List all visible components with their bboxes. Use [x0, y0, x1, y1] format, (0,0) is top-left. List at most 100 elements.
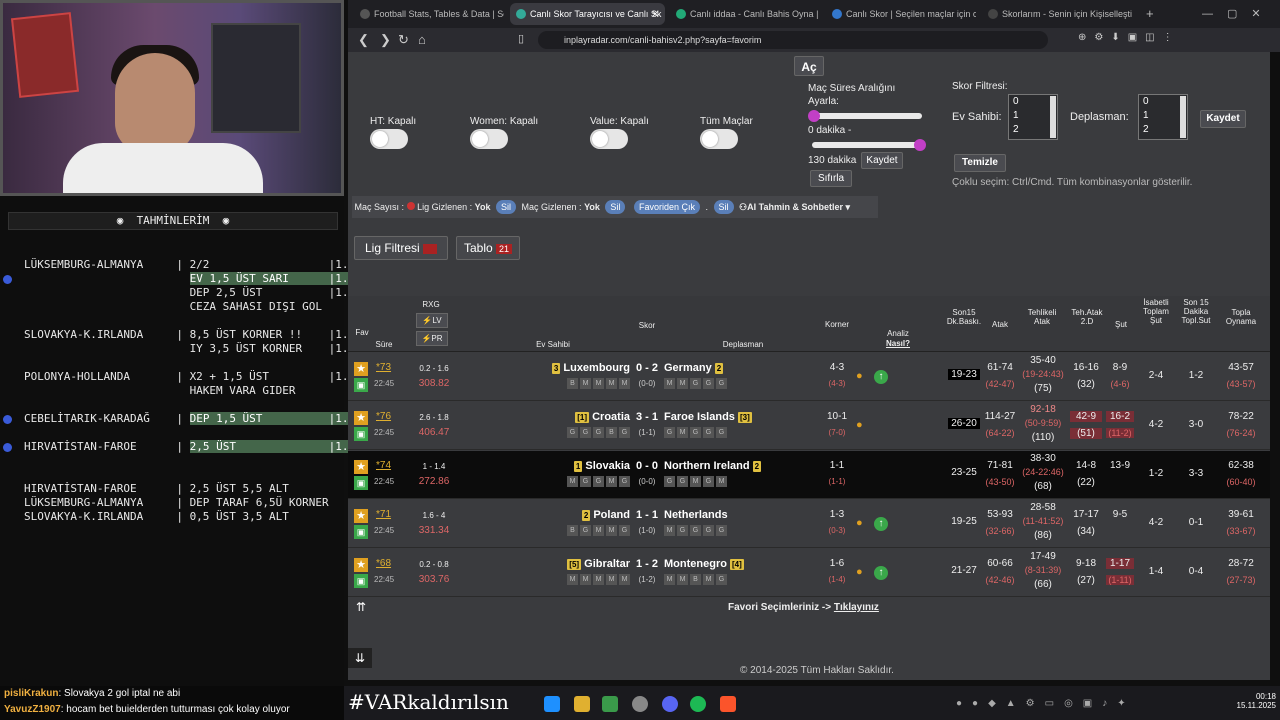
close-icon[interactable]: ✕	[651, 3, 659, 25]
tv-icon[interactable]: ▣	[354, 378, 368, 392]
minute: *76	[376, 411, 392, 422]
match-row[interactable]: ★ ▣ *71 22:45 1.6 - 4 331.34 2 Poland BG…	[348, 500, 1270, 548]
tv-icon[interactable]: ▣	[354, 525, 368, 539]
match-row[interactable]: ★ ▣ *76 22:45 2.6 - 1.8 406.47 [1] Croat…	[348, 402, 1270, 450]
tv-icon[interactable]: ▣	[354, 574, 368, 588]
home-score-select[interactable]: 0 1 2	[1008, 94, 1058, 140]
all-matches-toggle[interactable]	[700, 129, 738, 149]
away-team[interactable]: Faroe Islands [3]	[664, 411, 752, 423]
bookmark-icon[interactable]: ▯	[518, 32, 524, 45]
arrow-up-icon[interactable]: ↑	[874, 517, 888, 531]
table-button[interactable]: Tablo 21	[456, 236, 520, 260]
match-row[interactable]: ★ ▣ *74 22:45 1 - 1.4 272.86 1 Slovakia …	[348, 451, 1270, 499]
sil-button[interactable]: Sil	[495, 200, 516, 214]
home-team[interactable]: 3 Luxembourg	[551, 362, 630, 374]
star-icon[interactable]: ★	[354, 411, 368, 425]
away-team[interactable]: Germany 2	[664, 362, 724, 374]
rxg-value: 1.6 - 4	[422, 511, 446, 520]
sil-button[interactable]: Sil	[713, 200, 734, 214]
women-toggle[interactable]	[470, 129, 508, 149]
form-box: G	[580, 525, 591, 536]
reset-button[interactable]: Sıfırla	[810, 170, 852, 187]
away-team[interactable]: Northern Ireland 2	[664, 460, 762, 472]
max-slider[interactable]	[812, 139, 926, 151]
shots-on-target: 1-4	[1148, 566, 1164, 577]
pressure-15: 19-25	[951, 516, 977, 527]
favoriden-cik-button[interactable]: Favoriden Çık	[633, 200, 700, 214]
folder-icon[interactable]	[574, 696, 590, 712]
tv-icon[interactable]: ▣	[354, 427, 368, 441]
prediction-line: CEBELİTARIK-KARADAĞ | DEP 1,5 ÜST |1.42	[24, 412, 362, 425]
slider-knob[interactable]	[808, 110, 820, 122]
windows-start-icon[interactable]	[544, 696, 560, 712]
discord-icon[interactable]	[662, 696, 678, 712]
arrow-up-icon[interactable]: ↑	[874, 566, 888, 580]
halftime-score: (1-0)	[638, 526, 656, 535]
reload-icon[interactable]: ↻	[398, 32, 409, 48]
money-bag-icon: ●	[856, 370, 863, 382]
match-row[interactable]: ★ ▣ *68 22:45 0.2 - 0.8 303.76 [5] Gibra…	[348, 549, 1270, 597]
save-score-button[interactable]: Kaydet	[1200, 110, 1246, 128]
match-row[interactable]: ★ ▣ *73 22:45 0.2 - 1.6 308.82 3 Luxembo…	[348, 353, 1270, 401]
arrow-up-icon[interactable]: ↑	[874, 370, 888, 384]
league-filter-button[interactable]: Lig Filtresi	[354, 236, 448, 260]
tray-icons[interactable]: ●●◆▲⚙▭◎▣♪✦	[956, 698, 1136, 709]
app-icon[interactable]	[602, 696, 618, 712]
attacks-sub: (32-66)	[985, 526, 1015, 536]
prediction-line: LÜKSEMBURG-ALMANYA | DEP TARAF 6,5Ü KORN…	[24, 496, 329, 509]
scroll-up-icon[interactable]: ⇈	[356, 600, 366, 614]
scroll-down-icon[interactable]: ⇊	[348, 648, 372, 668]
new-tab-icon[interactable]: +	[1140, 3, 1160, 25]
star-icon[interactable]: ★	[354, 460, 368, 474]
lv-sort[interactable]: ⚡LV	[416, 313, 448, 328]
star-icon[interactable]: ★	[354, 509, 368, 523]
shots: 8-9	[1112, 362, 1128, 373]
brave-icon[interactable]	[720, 696, 736, 712]
away-team[interactable]: Montenegro [4]	[664, 558, 744, 570]
browser-tab[interactable]: Canlı iddaa - Canlı Bahis Oyna | idd	[670, 3, 820, 25]
url-field[interactable]: inplayradar.com/canli-bahisv2.php?sayfa=…	[538, 31, 1048, 49]
ht-toggle[interactable]	[370, 129, 408, 149]
star-icon[interactable]: ★	[354, 362, 368, 376]
star-icon[interactable]: ★	[354, 558, 368, 572]
ai-menu[interactable]: ⚇AI Tahmin & Sohbetler ▾	[739, 202, 850, 212]
save-range-button[interactable]: Kaydet	[861, 152, 903, 169]
window-controls[interactable]: —▢✕	[1198, 3, 1278, 25]
spotify-icon[interactable]	[690, 696, 706, 712]
home-icon[interactable]: ⌂	[418, 32, 426, 47]
click-here-link[interactable]: Tıklayınız	[834, 602, 879, 613]
home-team[interactable]: [1] Croatia	[575, 411, 630, 423]
dangerous-attacks: 38-30	[1030, 453, 1056, 464]
browser-tab[interactable]: Canlı Skor | Seçilen maçlar için canl	[826, 3, 976, 25]
forward-icon[interactable]: ❯	[380, 32, 391, 48]
slider-knob[interactable]	[914, 139, 926, 151]
home-label: Ev Sahibi:	[952, 111, 1002, 123]
dangerous-attacks-2h: 17-17	[1073, 509, 1099, 520]
sil-button[interactable]: Sil	[605, 200, 626, 214]
away-team[interactable]: Netherlands	[664, 509, 735, 521]
home-team[interactable]: [5] Gibraltar	[567, 558, 630, 570]
away-score-select[interactable]: 0 1 2	[1138, 94, 1188, 140]
form-box: G	[677, 525, 688, 536]
clear-button[interactable]: Temizle	[954, 154, 1006, 172]
browser-tab-active[interactable]: Canlı Skor Tarayıcısı ve Canlı Sk ✕	[510, 3, 665, 25]
form-box: G	[619, 427, 630, 438]
page-content: Aç HT: Kapalı Women: Kapalı Value: Kapal…	[348, 52, 1270, 680]
extension-icons[interactable]: ⊕⚙⬇▣◫⋮	[1078, 32, 1181, 43]
nasil-link[interactable]: Nasıl?	[878, 339, 918, 348]
rxg-value: 0.2 - 0.8	[419, 560, 449, 569]
tv-icon[interactable]: ▣	[354, 476, 368, 490]
ac-button[interactable]: Aç	[794, 56, 824, 76]
chat-box: pisliKrakun: Slovakya 2 gol iptal ne abi…	[0, 686, 344, 720]
back-icon[interactable]: ❮	[358, 32, 369, 48]
shots-last-15: 0-4	[1188, 566, 1204, 577]
home-team[interactable]: 2 Poland	[581, 509, 630, 521]
browser-tab[interactable]: Football Stats, Tables & Data | Socc	[354, 3, 504, 25]
value-toggle[interactable]	[590, 129, 628, 149]
pr-sort[interactable]: ⚡PR	[416, 331, 448, 346]
browser-tab[interactable]: Skorlarım - Senin için Kişiselleştirilm	[982, 3, 1132, 25]
home-team[interactable]: 1 Slovakia	[573, 460, 630, 472]
obs-icon[interactable]	[632, 696, 648, 712]
min-slider[interactable]	[808, 110, 922, 122]
kickoff-time: 22:45	[374, 526, 395, 535]
